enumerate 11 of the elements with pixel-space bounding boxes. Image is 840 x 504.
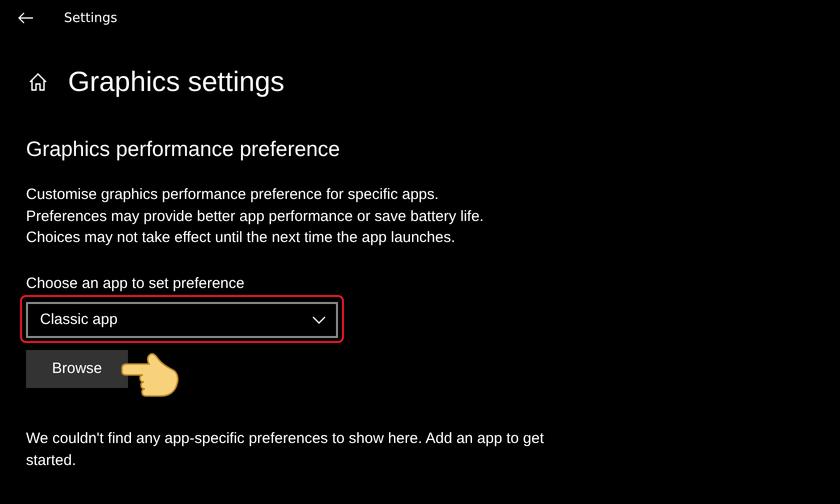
- empty-message: We couldn't find any app-specific preferences to show here. Add an app to get started.: [26, 428, 545, 470]
- section-heading: Graphics performance preference: [26, 138, 341, 162]
- back-arrow-icon[interactable]: [18, 12, 34, 24]
- app-type-dropdown[interactable]: Classic app: [26, 302, 338, 338]
- window-title: Settings: [64, 10, 118, 26]
- page-title: Graphics settings: [68, 66, 284, 98]
- browse-button[interactable]: Browse: [26, 350, 128, 388]
- chevron-down-icon: [312, 316, 326, 324]
- home-icon: [28, 72, 48, 92]
- description-text: Customise graphics performance preference for specific apps. Preferences may provide better app performance or save battery life. Choices may not take effect until the next time the app launches.: [26, 185, 485, 248]
- dropdown-label: Choose an app to set preference: [26, 274, 246, 292]
